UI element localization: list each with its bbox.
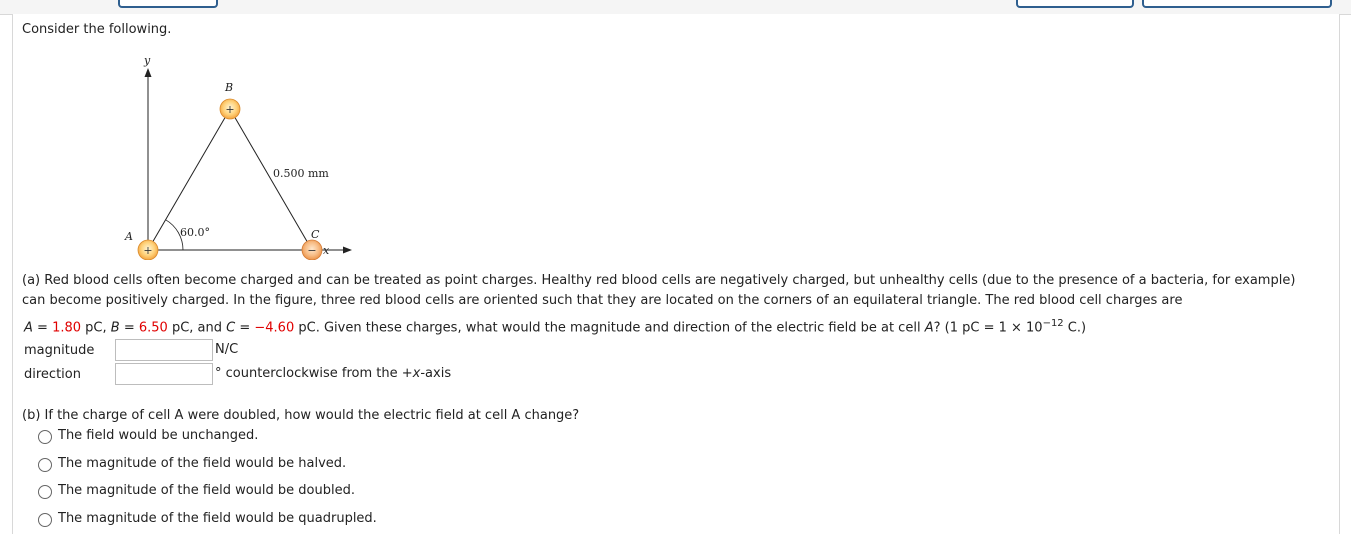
toolbar-button[interactable] <box>118 0 218 8</box>
question-rest: pC. Given these charges, what would the … <box>294 320 925 336</box>
var-c: C <box>226 320 236 336</box>
option-radio[interactable] <box>38 485 52 499</box>
cell-a-ref: A <box>924 320 934 336</box>
top-toolbar <box>0 0 1351 15</box>
charges-line: A = 1.80 pC, B = 6.50 pC, and C = −4.60 … <box>24 318 1086 335</box>
part-a-line2: can become positively charged. In the fi… <box>22 293 1183 308</box>
var-a: A <box>24 320 33 336</box>
cell-b-label: B <box>224 81 233 94</box>
x-axis-arrow <box>343 246 352 254</box>
magnitude-label: magnitude <box>24 343 95 358</box>
x-axis-label: x <box>323 244 330 257</box>
unit-a: pC, <box>81 320 111 336</box>
option-label[interactable]: The field would be unchanged. <box>58 428 258 443</box>
unit-conversion-end: C.) <box>1063 320 1087 336</box>
cell-a-sign: + <box>143 244 152 257</box>
triangle-figure: y x 60.0° 0.500 mm A B C + + − <box>124 54 352 260</box>
charge-c-value: −4.60 <box>254 320 295 336</box>
toolbar-button[interactable] <box>1142 0 1332 8</box>
eq-c: = <box>235 320 255 336</box>
var-b: B <box>110 320 120 336</box>
unit-conversion: ? (1 pC = 1 × 10 <box>933 320 1043 336</box>
direction-unit: ° counterclockwise from the +x-axis <box>215 366 451 381</box>
exponent: −12 <box>1042 318 1064 329</box>
direction-unit-suffix: -axis <box>420 366 452 381</box>
charge-a-value: 1.80 <box>52 320 82 336</box>
magnitude-unit: N/C <box>215 342 239 357</box>
direction-label: direction <box>24 367 81 382</box>
cell-c-sign: − <box>307 244 316 257</box>
toolbar-button[interactable] <box>1016 0 1134 8</box>
option-radio[interactable] <box>38 430 52 444</box>
cell-c-label: C <box>311 228 320 241</box>
direction-input[interactable] <box>115 363 213 385</box>
part-b-question: (b) If the charge of cell A were doubled… <box>22 408 580 423</box>
option-label[interactable]: The magnitude of the field would be doub… <box>58 483 355 498</box>
option-label[interactable]: The magnitude of the field would be quad… <box>58 511 377 526</box>
part-a-line1: (a) Red blood cells often become charged… <box>22 273 1296 288</box>
charge-b-value: 6.50 <box>138 320 168 336</box>
angle-label: 60.0° <box>180 226 210 239</box>
cell-a-label: A <box>124 230 133 243</box>
eq-a: = <box>32 320 53 336</box>
option-radio[interactable] <box>38 458 52 472</box>
intro-text: Consider the following. <box>22 22 172 37</box>
y-axis-arrow <box>144 68 152 77</box>
unit-b: pC, and <box>167 320 227 336</box>
option-radio[interactable] <box>38 513 52 527</box>
option-label[interactable]: The magnitude of the field would be halv… <box>58 456 346 471</box>
eq-b: = <box>119 320 139 336</box>
side-length-label: 0.500 mm <box>273 167 329 180</box>
magnitude-input[interactable] <box>115 339 213 361</box>
direction-unit-prefix: ° counterclockwise from the + <box>215 366 413 381</box>
y-axis-label: y <box>143 54 151 67</box>
cell-b-sign: + <box>225 103 234 116</box>
